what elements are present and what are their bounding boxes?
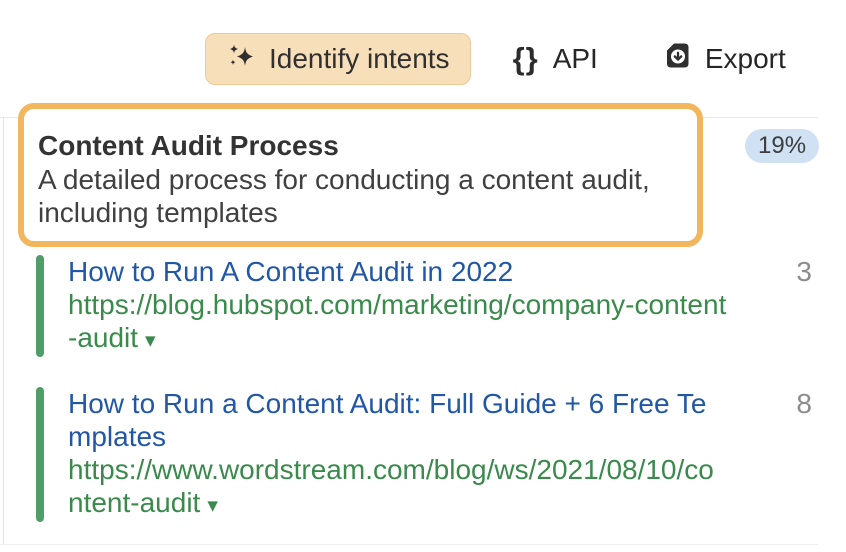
table-left-border (3, 117, 4, 545)
result-title-link[interactable]: How to Run A Content Audit in 2022 (68, 255, 728, 288)
result-count: 3 (796, 256, 812, 287)
results-list: How to Run A Content Audit in 2022 https… (36, 255, 812, 552)
api-label: API (552, 43, 598, 74)
result-row: How to Run A Content Audit in 2022 https… (36, 255, 812, 357)
export-button[interactable]: Export (664, 42, 786, 76)
result-title-link[interactable]: How to Run a Content Audit: Full Guide +… (68, 387, 728, 453)
result-url-link[interactable]: https://www.wordstream.com/blog/ws/2021/… (68, 454, 714, 518)
intent-share-badge: 19% (745, 129, 820, 163)
intent-group-bar (36, 255, 44, 357)
curly-braces-icon: {} (512, 41, 539, 76)
result-count: 8 (796, 388, 812, 419)
result-body: How to Run A Content Audit in 2022 https… (68, 255, 728, 357)
identify-intents-label: Identify intents (269, 43, 450, 74)
result-body: How to Run a Content Audit: Full Guide +… (68, 387, 728, 522)
result-url-line: https://www.wordstream.com/blog/ws/2021/… (68, 453, 728, 522)
api-button[interactable]: {} API (513, 41, 598, 77)
file-download-icon (664, 42, 691, 76)
intent-group-bar (36, 387, 44, 522)
intent-title: Content Audit Process (38, 130, 339, 161)
result-url-line: https://blog.hubspot.com/marketing/compa… (68, 288, 728, 357)
intent-description: A detailed process for conducting a cont… (38, 164, 650, 228)
url-dropdown-caret-icon[interactable]: ▾ (145, 329, 156, 352)
sparkles-icon (226, 41, 256, 78)
url-dropdown-caret-icon[interactable]: ▾ (207, 494, 218, 517)
result-url-link[interactable]: https://blog.hubspot.com/marketing/compa… (68, 289, 726, 353)
export-label: Export (704, 43, 786, 74)
intent-highlight-card: Content Audit Process A detailed process… (18, 103, 703, 247)
identify-intents-button[interactable]: Identify intents (205, 33, 471, 85)
result-row: How to Run a Content Audit: Full Guide +… (36, 387, 812, 522)
toolbar: Identify intents {} API Export (205, 33, 786, 85)
